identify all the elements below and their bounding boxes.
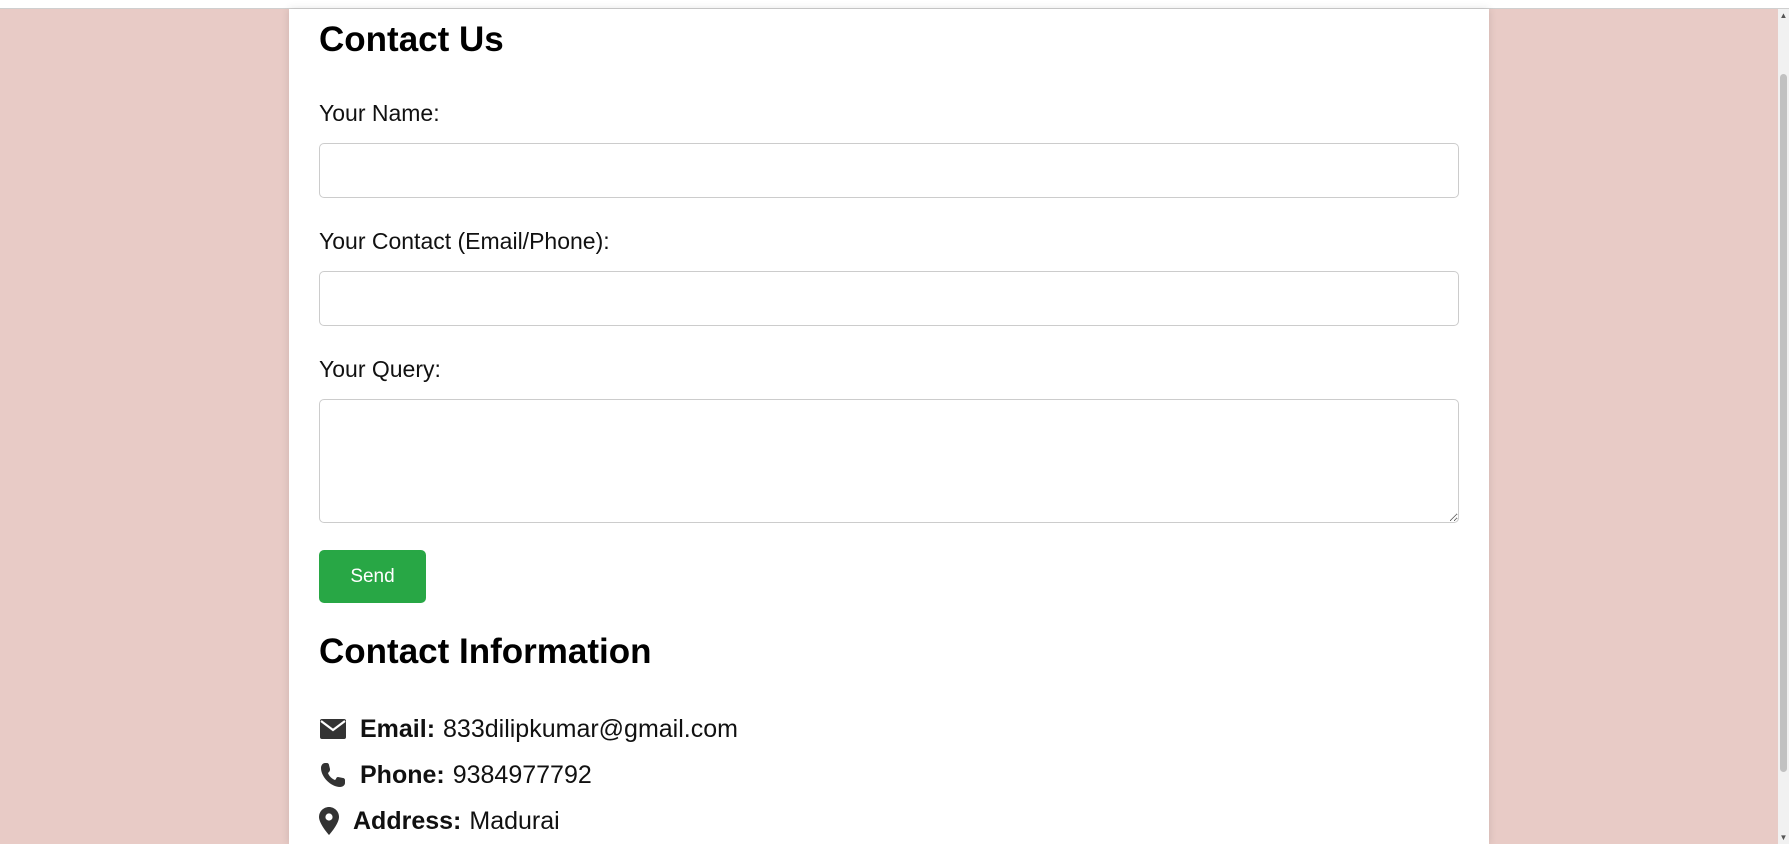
contact-us-heading: Contact Us xyxy=(319,20,504,59)
email-info-row: Email: 833dilipkumar@gmail.com xyxy=(319,712,738,746)
contact-input[interactable] xyxy=(319,271,1459,326)
name-input[interactable] xyxy=(319,143,1459,198)
contact-card: Contact Us Your Name: Your Contact (Emai… xyxy=(289,9,1489,844)
contact-label: Your Contact (Email/Phone): xyxy=(319,228,610,254)
scroll-up-arrow-icon[interactable]: ▲ xyxy=(1779,11,1788,20)
name-label: Your Name: xyxy=(319,100,440,126)
phone-info-row: Phone: 9384977792 xyxy=(319,758,592,792)
address-key: Address: xyxy=(353,806,462,835)
send-button[interactable]: Send xyxy=(319,550,426,603)
query-textarea[interactable] xyxy=(319,399,1459,523)
envelope-icon xyxy=(319,715,347,743)
address-value: Madurai xyxy=(469,806,560,835)
phone-icon xyxy=(319,761,347,789)
vertical-scrollbar[interactable]: ▲ ▼ xyxy=(1778,9,1789,844)
phone-value: 9384977792 xyxy=(452,760,592,789)
browser-top-edge xyxy=(0,0,1789,9)
email-value: 833dilipkumar@gmail.com xyxy=(443,714,738,743)
scroll-down-arrow-icon[interactable]: ▼ xyxy=(1779,833,1788,842)
scrollbar-thumb[interactable] xyxy=(1780,74,1787,772)
address-info-row: Address: Madurai xyxy=(319,804,560,838)
query-label: Your Query: xyxy=(319,356,441,382)
email-key: Email: xyxy=(360,714,436,743)
phone-key: Phone: xyxy=(360,760,445,789)
map-marker-icon xyxy=(319,807,339,835)
contact-information-heading: Contact Information xyxy=(319,632,652,671)
